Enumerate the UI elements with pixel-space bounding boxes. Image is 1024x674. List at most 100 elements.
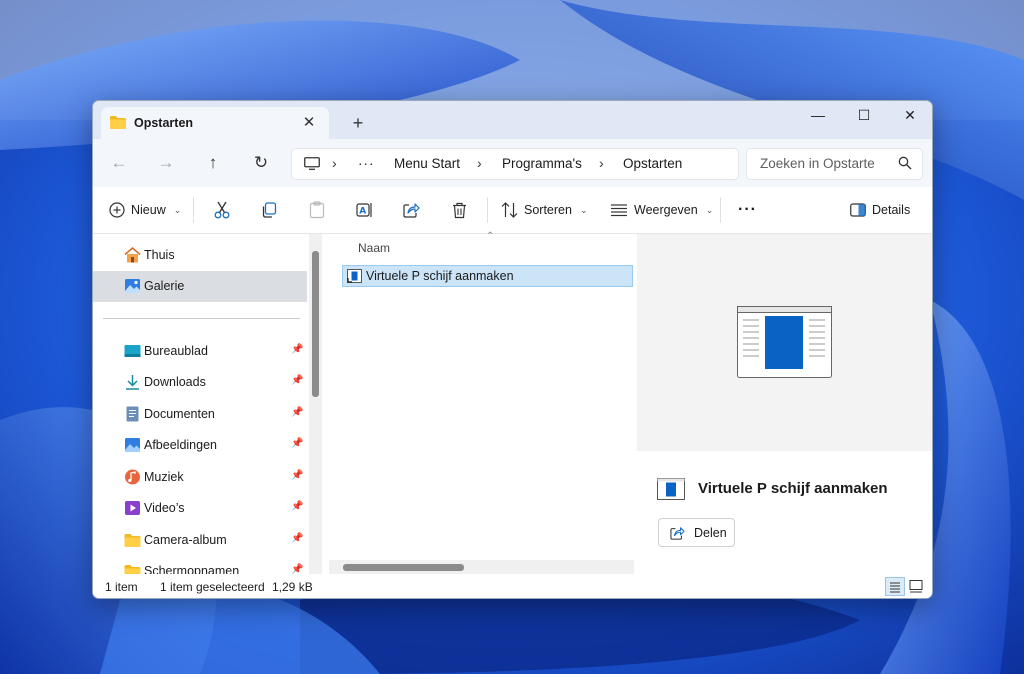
rename-icon: A: [356, 203, 372, 217]
music-icon: [125, 469, 140, 485]
sidebar-item-label: Downloads: [144, 375, 206, 389]
chevron-down-icon: ⌄: [579, 204, 588, 215]
chevron-down-icon: ⌄: [705, 204, 714, 215]
share-button[interactable]: [403, 199, 420, 221]
details-pane-icon: [850, 203, 866, 217]
tiles-view-button[interactable]: [907, 577, 927, 596]
downloads-icon: [126, 375, 139, 390]
breadcrumb-overflow[interactable]: ···: [358, 156, 375, 171]
sidebar-item-label: Schermopnamen: [144, 564, 240, 574]
copy-icon: [262, 202, 277, 218]
command-bar: Nieuw ⌄ A Sorteren ⌄ Weergeven ⌄ ··· Det…: [93, 187, 932, 234]
sidebar-item-schermopnamen[interactable]: Schermopnamen 📌: [93, 556, 307, 574]
pin-icon[interactable]: 📌: [291, 533, 303, 544]
sort-ascending-icon: ⌃: [486, 231, 495, 242]
search-placeholder: Zoeken in Opstarte: [760, 156, 875, 171]
pin-icon[interactable]: 📌: [291, 470, 303, 481]
status-bar: 1 item 1 item geselecteerd 1,29 kB: [93, 575, 932, 598]
close-tab-icon[interactable]: ✕: [299, 113, 319, 133]
up-button[interactable]: ↑: [199, 150, 227, 176]
sidebar-item-bureaublad[interactable]: Bureaublad 📌: [93, 336, 307, 367]
copy-button[interactable]: [261, 199, 277, 221]
minimize-button[interactable]: —: [795, 101, 841, 129]
shortcut-file-icon: [347, 269, 362, 283]
breadcrumb-separator: ›: [477, 155, 482, 171]
sidebar-item-camera-album[interactable]: Camera-album 📌: [93, 525, 307, 556]
pin-icon[interactable]: 📌: [291, 501, 303, 512]
paste-button[interactable]: [309, 199, 325, 221]
sidebar-item-documenten[interactable]: Documenten 📌: [93, 399, 307, 430]
more-options-button[interactable]: ···: [738, 199, 757, 221]
details-label: Details: [872, 203, 911, 217]
toolbar-divider: [193, 197, 194, 223]
folder-icon: [124, 565, 141, 574]
sidebar-item-afbeeldingen[interactable]: Afbeeldingen 📌: [93, 430, 307, 461]
pin-icon[interactable]: 📌: [291, 564, 303, 574]
new-button[interactable]: Nieuw ⌄: [109, 199, 181, 221]
refresh-button[interactable]: ↻: [247, 150, 275, 176]
selection-count: 1 item geselecteerd: [160, 580, 265, 594]
file-row[interactable]: Virtuele P schijf aanmaken: [342, 265, 633, 287]
svg-text:A: A: [359, 207, 366, 217]
sidebar-item-label: Galerie: [144, 279, 185, 293]
toolbar-divider: [720, 197, 721, 223]
folder-icon: [124, 534, 141, 547]
sidebar-item-muziek[interactable]: Muziek 📌: [93, 462, 307, 493]
pin-icon[interactable]: 📌: [291, 344, 303, 355]
pin-icon[interactable]: 📌: [291, 375, 303, 386]
details-pane-button[interactable]: Details: [850, 199, 910, 221]
shortcut-file-icon: [657, 478, 685, 500]
breadcrumb-opstarten[interactable]: Opstarten: [623, 156, 682, 171]
details-file-name: Virtuele P schijf aanmaken: [698, 480, 888, 497]
address-bar[interactable]: › ··· Menu Start › Programma's › Opstart…: [291, 148, 739, 180]
tab-bar: Opstarten ✕ + — ☐ ✕: [93, 101, 932, 139]
delete-button[interactable]: [452, 199, 467, 221]
tiles-view-icon: [909, 580, 923, 593]
sidebar-item-videos[interactable]: Video’s 📌: [93, 493, 307, 524]
share-icon: [670, 527, 685, 540]
breadcrumb-menu-start[interactable]: Menu Start: [394, 156, 460, 171]
navigation-bar: ← → ↑ ↻ › ··· Menu Start › Programma's ›…: [93, 139, 932, 187]
chevron-down-icon: ⌄: [173, 204, 182, 215]
details-pane: Virtuele P schijf aanmaken Delen: [637, 234, 932, 574]
view-button[interactable]: Weergeven ⌄: [610, 199, 713, 221]
add-icon: [109, 202, 125, 218]
column-header-name[interactable]: Naam: [358, 241, 390, 255]
share-label: Delen: [694, 526, 727, 540]
file-list-scrollbar-thumb[interactable]: [343, 564, 464, 571]
close-window-button[interactable]: ✕: [887, 101, 932, 129]
breadcrumb-programmas[interactable]: Programma's: [502, 156, 582, 171]
pictures-icon: [125, 438, 140, 452]
home-icon: [124, 247, 141, 263]
videos-icon: [125, 501, 140, 515]
search-box[interactable]: Zoeken in Opstarte: [746, 148, 923, 180]
rename-button[interactable]: A: [356, 199, 374, 221]
cut-button[interactable]: [214, 199, 230, 221]
tab-opstarten[interactable]: Opstarten ✕: [101, 107, 329, 139]
file-list: Naam ⌃ Virtuele P schijf aanmaken: [326, 231, 634, 574]
sort-button[interactable]: Sorteren ⌄: [501, 199, 588, 221]
details-view-button[interactable]: [885, 577, 905, 596]
sidebar-item-label: Muziek: [144, 470, 184, 484]
delete-icon: [453, 202, 466, 218]
folder-icon: [110, 116, 126, 129]
documents-icon: [126, 406, 139, 422]
sidebar-item-label: Afbeeldingen: [144, 438, 217, 452]
sidebar-scrollbar-thumb[interactable]: [312, 251, 319, 397]
pin-icon[interactable]: 📌: [291, 438, 303, 449]
toolbar-divider: [487, 197, 488, 223]
sidebar-item-thuis[interactable]: Thuis: [93, 240, 307, 271]
back-button[interactable]: ←: [105, 150, 133, 176]
cut-icon: [214, 201, 230, 219]
share-button[interactable]: Delen: [658, 518, 735, 547]
paste-icon: [309, 201, 325, 219]
pin-icon[interactable]: 📌: [291, 407, 303, 418]
sidebar-item-galerie[interactable]: Galerie: [93, 271, 307, 302]
new-tab-button[interactable]: +: [348, 113, 368, 133]
selection-size: 1,29 kB: [272, 580, 313, 594]
file-explorer-window: Opstarten ✕ + — ☐ ✕ ← → ↑ ↻ › ··· Menu S…: [92, 100, 933, 599]
view-label: Weergeven: [634, 203, 698, 217]
sidebar-item-downloads[interactable]: Downloads 📌: [93, 367, 307, 398]
maximize-button[interactable]: ☐: [841, 101, 887, 129]
forward-button[interactable]: →: [152, 150, 180, 176]
